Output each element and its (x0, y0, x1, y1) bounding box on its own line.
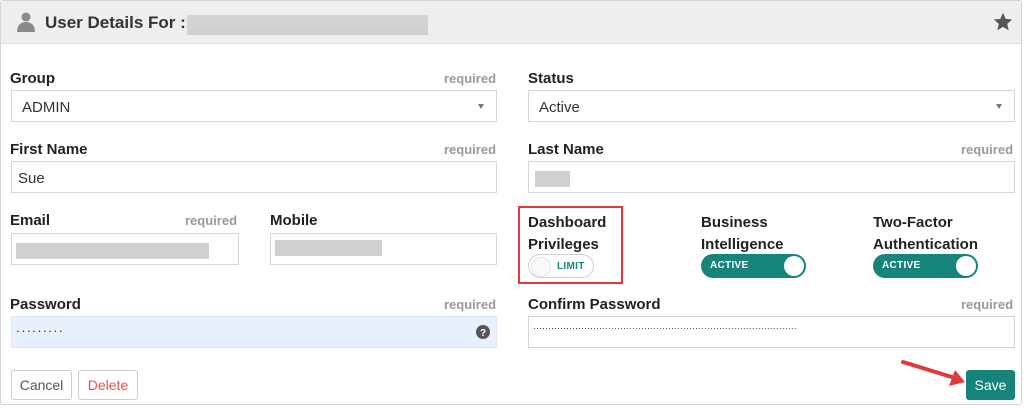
status-select-value: Active (539, 99, 580, 116)
group-select-value: ADMIN (22, 99, 71, 116)
svg-text:?: ? (480, 328, 486, 339)
last-name-field[interactable] (528, 161, 1015, 193)
save-button[interactable]: Save (966, 370, 1015, 400)
redacted-email (16, 243, 209, 259)
toggle-knob (956, 256, 976, 276)
chevron-down-icon (996, 104, 1002, 109)
help-icon[interactable]: ? (476, 325, 490, 339)
two-factor-label-line1: Two-Factor (873, 214, 953, 231)
email-label: Email (10, 212, 51, 229)
highlight-annotation-box (518, 206, 623, 284)
two-factor-label-line2: Authentication (873, 236, 978, 253)
confirm-password-field[interactable]: ········································… (528, 316, 1015, 348)
password-label: Password (10, 296, 81, 313)
last-name-label: Last Name (528, 141, 604, 158)
page-title: User Details For : (45, 13, 186, 32)
password-value: ········· (16, 323, 64, 338)
business-intelligence-label: Business Intelligence (701, 212, 784, 256)
first-name-label: First Name (10, 141, 88, 158)
password-required: required (444, 297, 497, 312)
redacted-mobile (275, 240, 382, 256)
redacted-user-name (187, 15, 428, 35)
status-label: Status (528, 70, 574, 87)
email-field[interactable] (11, 233, 239, 265)
password-field[interactable]: ········· (11, 316, 497, 348)
two-factor-toggle[interactable]: ACTIVE (873, 254, 978, 278)
business-intelligence-toggle-label: ACTIVE (710, 260, 749, 271)
chevron-down-icon (478, 104, 484, 109)
business-intelligence-label-line1: Business (701, 214, 768, 231)
last-name-required: required (961, 142, 1014, 157)
group-select[interactable]: ADMIN (11, 90, 497, 122)
confirm-password-label: Confirm Password (528, 296, 661, 313)
panel-header: User Details For : (1, 1, 1021, 44)
two-factor-label: Two-Factor Authentication (873, 212, 978, 256)
business-intelligence-toggle[interactable]: ACTIVE (701, 254, 806, 278)
business-intelligence-label-line2: Intelligence (701, 236, 784, 253)
mobile-field[interactable] (270, 233, 497, 265)
delete-button[interactable]: Delete (78, 370, 138, 400)
group-required: required (444, 71, 497, 86)
two-factor-toggle-label: ACTIVE (882, 260, 921, 271)
status-select[interactable]: Active (528, 90, 1015, 122)
cancel-button[interactable]: Cancel (11, 370, 72, 400)
mobile-label: Mobile (270, 212, 318, 229)
user-icon (17, 12, 35, 32)
star-icon[interactable] (992, 11, 1014, 33)
user-details-panel: User Details For : Group required ADMIN … (0, 0, 1022, 405)
first-name-value: Sue (18, 170, 45, 187)
confirm-password-required: required (961, 297, 1014, 312)
redacted-last-name (535, 171, 570, 187)
confirm-password-value: ········································… (533, 323, 797, 333)
email-required: required (185, 213, 238, 228)
arrow-annotation-icon (901, 360, 965, 386)
first-name-required: required (444, 142, 497, 157)
toggle-knob (784, 256, 804, 276)
group-label: Group (10, 70, 55, 87)
first-name-field[interactable]: Sue (11, 161, 497, 193)
